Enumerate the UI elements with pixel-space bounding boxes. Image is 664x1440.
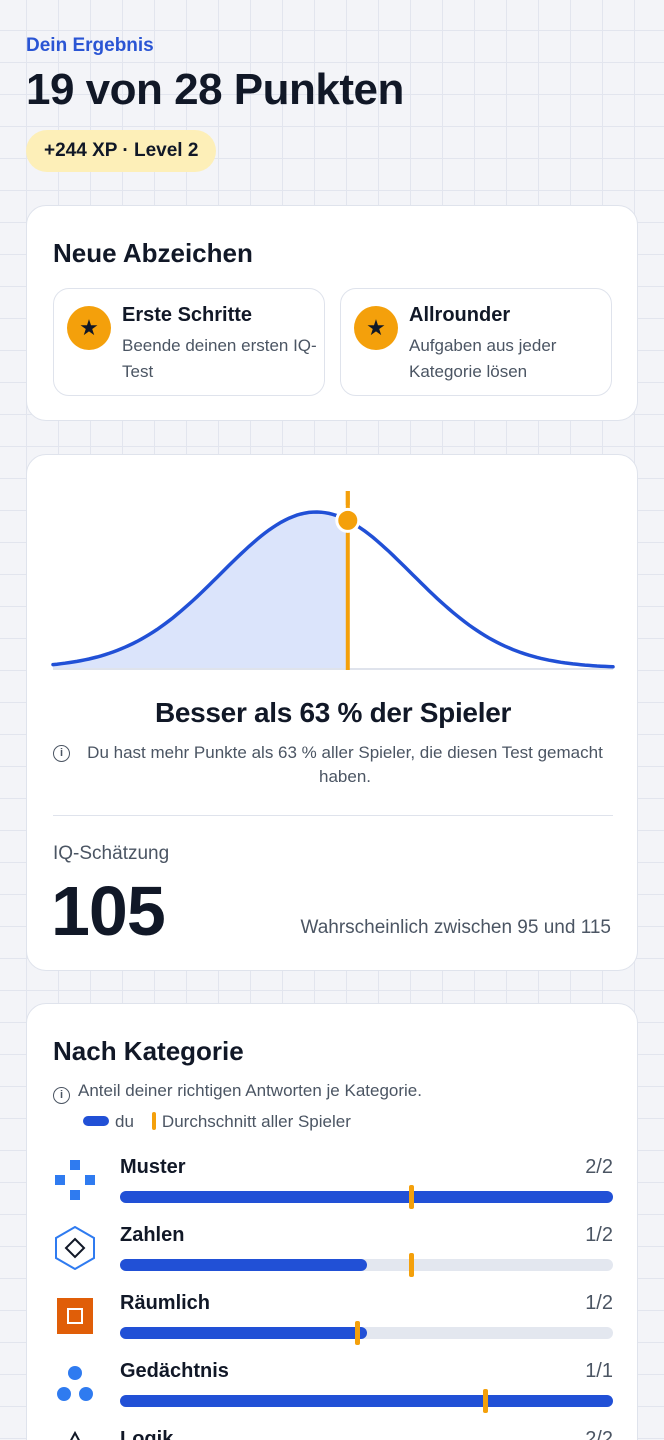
category-legend: du Durchschnitt aller Spieler bbox=[83, 1112, 351, 1134]
category-bar-track bbox=[120, 1321, 613, 1345]
category-name: Logik bbox=[120, 1428, 174, 1440]
badge-name: Allrounder bbox=[409, 304, 511, 326]
category-score: 2/2 bbox=[585, 1156, 613, 1178]
category-name: Muster bbox=[120, 1156, 186, 1178]
badge-name: Erste Schritte bbox=[122, 304, 253, 326]
iq-estimate-value: 105 bbox=[51, 872, 166, 950]
category-score: 1/2 bbox=[585, 1292, 613, 1314]
category-name: Gedächtnis bbox=[120, 1360, 229, 1382]
star-icon: ★ bbox=[67, 306, 111, 350]
distribution-curve bbox=[51, 491, 615, 670]
percentile-marker-dot bbox=[335, 507, 361, 533]
info-icon: i bbox=[53, 745, 70, 762]
star-icon: ★ bbox=[354, 306, 398, 350]
info-icon: i bbox=[53, 1087, 70, 1104]
percentile-card: Besser als 63 % der Spieler i Du hast me… bbox=[26, 454, 638, 971]
score-title: 19 von 28 Punkten bbox=[26, 65, 404, 114]
category-name: Räumlich bbox=[120, 1292, 211, 1314]
logic-triangle-icon bbox=[70, 1430, 80, 1440]
badge-allrounder[interactable]: ★ Allrounder Aufgaben aus jeder Kategori… bbox=[340, 288, 612, 396]
category-row-muster: Muster 2/2 bbox=[27, 1156, 639, 1216]
category-bar-track bbox=[120, 1185, 613, 1209]
category-bar-track bbox=[120, 1389, 613, 1413]
category-row-zahlen: Zahlen 1/2 bbox=[27, 1224, 639, 1284]
category-average-marker bbox=[482, 1389, 488, 1413]
spatial-square-icon bbox=[57, 1298, 93, 1334]
iq-range-text: Wahrscheinlich zwischen 95 und 115 bbox=[300, 917, 611, 938]
category-name: Zahlen bbox=[120, 1224, 185, 1246]
badge-first-steps[interactable]: ★ Erste Schritte Beende deinen ersten IQ… bbox=[53, 288, 325, 396]
category-info-text: Anteil deiner richtigen Antworten je Kat… bbox=[78, 1081, 422, 1100]
badge-description: Beende deinen ersten IQ-Test bbox=[122, 336, 317, 381]
legend-average-label: Durchschnitt aller Spieler bbox=[161, 1112, 351, 1131]
category-bar-track bbox=[120, 1253, 613, 1277]
percentile-description: Du hast mehr Punkte als 63 % aller Spiel… bbox=[87, 743, 603, 786]
number-hexagon-icon bbox=[55, 1226, 95, 1270]
category-title: Nach Kategorie bbox=[53, 1036, 244, 1066]
legend-average-swatch bbox=[151, 1112, 156, 1130]
category-card: Nach Kategorie i Anteil deiner richtigen … bbox=[26, 1003, 638, 1440]
category-average-marker bbox=[408, 1253, 414, 1277]
percentile-title: Besser als 63 % der Spieler bbox=[154, 697, 512, 728]
category-bar-fill bbox=[120, 1327, 367, 1339]
category-average-marker bbox=[408, 1185, 414, 1209]
category-row-gedaechtnis: Gedächtnis 1/1 bbox=[27, 1360, 639, 1420]
category-score: 1/1 bbox=[585, 1360, 613, 1382]
category-bar-fill bbox=[120, 1395, 613, 1407]
result-kicker: Dein Ergebnis bbox=[26, 35, 154, 56]
category-score: 2/2 bbox=[585, 1428, 613, 1440]
legend-you-swatch bbox=[83, 1116, 109, 1126]
memory-dots-icon bbox=[57, 1366, 93, 1401]
category-bar-fill bbox=[120, 1191, 613, 1203]
category-bar-fill bbox=[120, 1259, 367, 1271]
category-average-marker bbox=[354, 1321, 360, 1345]
category-row-raeumlich: Räumlich 1/2 bbox=[27, 1292, 639, 1352]
curve-area-below bbox=[53, 512, 348, 668]
category-row-logik: Logik 2/2 bbox=[27, 1428, 639, 1440]
new-badges-card: Neue Abzeichen ★ Erste Schritte Beende d… bbox=[26, 205, 638, 421]
legend-you-label: du bbox=[115, 1112, 134, 1131]
badge-description: Aufgaben aus jeder Kategorie lösen bbox=[409, 336, 557, 381]
badges-title: Neue Abzeichen bbox=[53, 238, 253, 268]
pattern-icon bbox=[55, 1160, 95, 1200]
category-info: i Anteil deiner richtigen Antworten je Ka… bbox=[53, 1081, 422, 1104]
category-score: 1/2 bbox=[585, 1224, 613, 1246]
iq-estimate-label: IQ-Schätzung bbox=[53, 843, 170, 864]
divider bbox=[53, 815, 613, 816]
xp-level-badge: +244 XP · Level 2 bbox=[26, 130, 217, 172]
result-header: Dein Ergebnis 19 von 28 Punkten +244 XP … bbox=[26, 34, 638, 172]
